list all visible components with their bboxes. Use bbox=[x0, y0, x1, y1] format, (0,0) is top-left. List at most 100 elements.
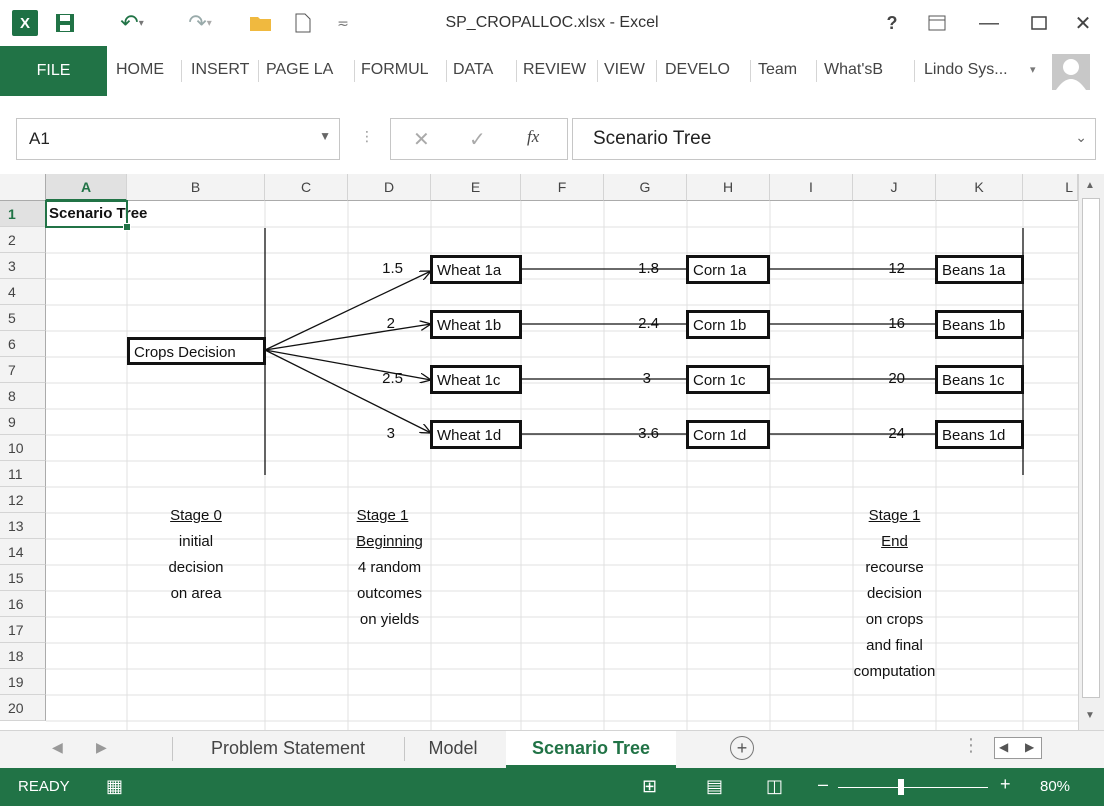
scroll-down-icon[interactable]: ▼ bbox=[1085, 710, 1095, 721]
crops-decision-node[interactable]: Crops Decision bbox=[127, 337, 266, 365]
next-sheet-icon[interactable]: ▶ bbox=[96, 739, 107, 756]
yield-d9[interactable]: 3 bbox=[348, 421, 395, 447]
stage0-title[interactable]: Stage 0 bbox=[127, 503, 265, 529]
undo-icon[interactable]: ↶ ▾ bbox=[112, 8, 152, 38]
close-icon[interactable]: ✕ bbox=[1070, 8, 1096, 38]
wheat-node[interactable]: Wheat 1b bbox=[430, 310, 522, 339]
worksheet-grid[interactable]: A B C D E F G H I J K L 1 2 3 4 5 6 7 8 … bbox=[0, 174, 1104, 730]
stage0-line[interactable]: decision bbox=[127, 555, 265, 581]
value-j5[interactable]: 16 bbox=[853, 311, 905, 337]
wheat-node[interactable]: Wheat 1c bbox=[430, 365, 522, 394]
zoom-slider-thumb[interactable] bbox=[898, 779, 904, 795]
tab-whatsbest[interactable]: What'sB bbox=[824, 56, 883, 84]
sheet-tab-model[interactable]: Model bbox=[408, 731, 498, 765]
fill-handle[interactable] bbox=[123, 223, 131, 231]
sheet-tab-problem-statement[interactable]: Problem Statement bbox=[180, 731, 396, 765]
cancel-icon[interactable]: ✕ bbox=[413, 127, 430, 152]
corn-node[interactable]: Corn 1a bbox=[686, 255, 770, 284]
stage1-end-line[interactable]: and final bbox=[853, 633, 936, 659]
name-box[interactable]: A1 ▼ bbox=[16, 118, 340, 160]
account-dropdown-icon[interactable]: ▾ bbox=[1030, 56, 1036, 84]
user-avatar[interactable] bbox=[1052, 54, 1090, 90]
wheat-node[interactable]: Wheat 1d bbox=[430, 420, 522, 449]
zoom-level[interactable]: 80% bbox=[1040, 778, 1070, 795]
yield-d3[interactable]: 1.5 bbox=[348, 256, 403, 282]
save-icon[interactable] bbox=[50, 8, 80, 38]
corn-node[interactable]: Corn 1b bbox=[686, 310, 770, 339]
zoom-in-icon[interactable]: + bbox=[1000, 774, 1011, 795]
stage1-end-line[interactable]: computation bbox=[838, 659, 951, 685]
tab-page-layout[interactable]: PAGE LA bbox=[266, 56, 333, 84]
tab-view[interactable]: VIEW bbox=[604, 56, 645, 84]
expand-formula-icon[interactable]: ⌄ bbox=[1075, 129, 1087, 146]
tab-separator bbox=[172, 737, 173, 761]
corn-node[interactable]: Corn 1c bbox=[686, 365, 770, 394]
macro-recording-icon[interactable]: ▦ bbox=[106, 776, 123, 797]
tab-data[interactable]: DATA bbox=[453, 56, 493, 84]
tab-home[interactable]: HOME bbox=[116, 56, 164, 84]
stage1-end-title[interactable]: Stage 1 bbox=[853, 503, 936, 529]
stage1-begin-line[interactable]: outcomes bbox=[348, 581, 431, 607]
insert-function-icon[interactable]: fx bbox=[527, 127, 539, 147]
beans-node[interactable]: Beans 1b bbox=[935, 310, 1024, 339]
value-g5[interactable]: 2.4 bbox=[604, 311, 659, 337]
tab-splitter-icon[interactable]: ⋮ bbox=[962, 735, 980, 756]
tab-team[interactable]: Team bbox=[758, 56, 797, 84]
tab-formulas[interactable]: FORMUL bbox=[361, 56, 429, 84]
account-name[interactable]: Lindo Sys... bbox=[924, 56, 1008, 84]
stage1-begin-line[interactable]: 4 random bbox=[348, 555, 431, 581]
tab-separator bbox=[914, 60, 915, 82]
tab-insert[interactable]: INSERT bbox=[191, 56, 249, 84]
stage1-begin-line[interactable]: Beginning bbox=[348, 529, 431, 555]
yield-d5[interactable]: 2 bbox=[348, 311, 395, 337]
value-g7[interactable]: 3 bbox=[604, 366, 651, 392]
add-sheet-icon[interactable]: + bbox=[730, 736, 754, 760]
corn-node[interactable]: Corn 1d bbox=[686, 420, 770, 449]
sheet-tab-scenario-tree[interactable]: Scenario Tree bbox=[506, 731, 676, 768]
stage1-begin-title[interactable]: Stage 1 bbox=[348, 503, 417, 529]
beans-node[interactable]: Beans 1d bbox=[935, 420, 1024, 449]
maximize-icon[interactable] bbox=[1026, 8, 1052, 38]
tab-file[interactable]: FILE bbox=[0, 46, 107, 96]
wheat-node[interactable]: Wheat 1a bbox=[430, 255, 522, 284]
stage0-line[interactable]: initial bbox=[127, 529, 265, 555]
stage1-end-line[interactable]: decision bbox=[853, 581, 936, 607]
zoom-out-icon[interactable]: – bbox=[818, 774, 828, 795]
horizontal-scrollbar[interactable]: ◀ ▶ bbox=[994, 737, 1042, 759]
new-document-icon[interactable] bbox=[290, 8, 316, 38]
value-j7[interactable]: 20 bbox=[853, 366, 905, 392]
value-j3[interactable]: 12 bbox=[853, 256, 905, 282]
formula-input[interactable]: Scenario Tree ⌄ bbox=[572, 118, 1096, 160]
chevron-down-icon[interactable]: ▼ bbox=[319, 129, 331, 143]
normal-view-icon[interactable]: ⊞ bbox=[642, 776, 657, 797]
vertical-scrollbar[interactable]: ▲ ▼ bbox=[1078, 174, 1104, 730]
value-g9[interactable]: 3.6 bbox=[604, 421, 659, 447]
stage1-begin-line[interactable]: on yields bbox=[348, 607, 431, 633]
page-layout-view-icon[interactable]: ▤ bbox=[706, 776, 723, 797]
stage1-end-line[interactable]: End bbox=[853, 529, 936, 555]
enter-icon[interactable]: ✓ bbox=[469, 127, 486, 152]
tab-review[interactable]: REVIEW bbox=[523, 56, 586, 84]
value-j9[interactable]: 24 bbox=[853, 421, 905, 447]
zoom-slider[interactable] bbox=[838, 787, 988, 788]
scroll-up-icon[interactable]: ▲ bbox=[1085, 180, 1095, 191]
tab-developer[interactable]: DEVELO bbox=[665, 56, 730, 84]
stage1-end-line[interactable]: on crops bbox=[853, 607, 936, 633]
open-folder-icon[interactable] bbox=[246, 8, 276, 38]
page-break-preview-icon[interactable]: ◫ bbox=[766, 776, 783, 797]
scroll-left-icon[interactable]: ◀ bbox=[999, 740, 1008, 754]
beans-node[interactable]: Beans 1c bbox=[935, 365, 1024, 394]
prev-sheet-icon[interactable]: ◀ bbox=[52, 739, 63, 756]
ribbon-display-icon[interactable] bbox=[924, 8, 950, 38]
yield-d7[interactable]: 2.5 bbox=[348, 366, 403, 392]
redo-icon[interactable]: ↷ ▾ bbox=[180, 8, 220, 38]
minimize-icon[interactable]: — bbox=[976, 8, 1002, 38]
help-icon[interactable]: ? bbox=[880, 8, 904, 38]
beans-node[interactable]: Beans 1a bbox=[935, 255, 1024, 284]
value-g3[interactable]: 1.8 bbox=[604, 256, 659, 282]
scroll-right-icon[interactable]: ▶ bbox=[1025, 740, 1034, 754]
stage0-line[interactable]: on area bbox=[127, 581, 265, 607]
customize-toolbar-icon[interactable]: ≂ bbox=[330, 8, 356, 38]
stage1-end-line[interactable]: recourse bbox=[853, 555, 936, 581]
scrollbar-thumb[interactable] bbox=[1082, 198, 1100, 698]
